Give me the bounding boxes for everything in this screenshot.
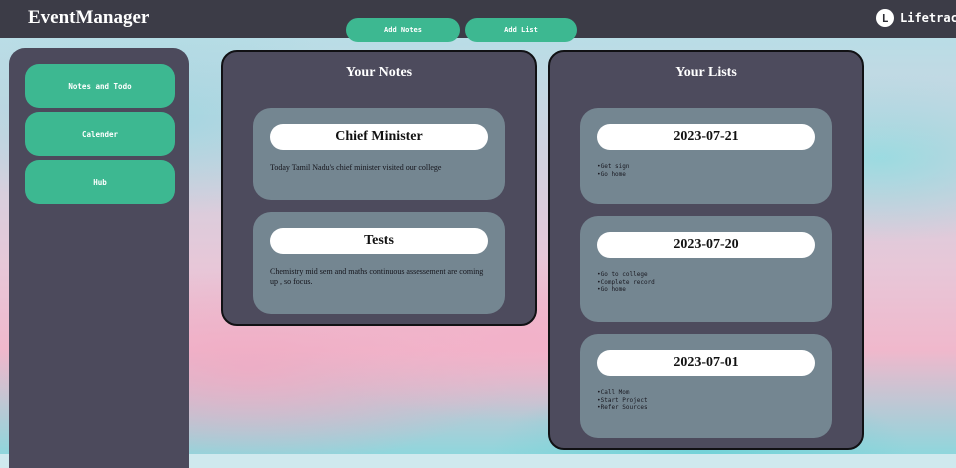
list-date: 2023-07-21 — [597, 124, 815, 150]
list-entries: •Go to college •Complete record •Go home — [597, 271, 655, 294]
note-body: Today Tamil Nadu's chief minister visite… — [270, 163, 442, 172]
lifetrack-logo[interactable]: L Lifetrack — [876, 9, 956, 27]
list-item: •Go to college — [597, 271, 648, 278]
note-card[interactable]: Chief Minister Today Tamil Nadu's chief … — [253, 108, 505, 200]
sidebar: Notes and Todo Calender Hub — [9, 48, 189, 468]
list-item: •Complete record — [597, 278, 655, 286]
lists-panel-title: Your Lists — [675, 65, 737, 80]
top-navbar: EventManager Add Notes Add List L Lifetr… — [0, 0, 956, 42]
list-item: •Go home — [597, 170, 626, 178]
note-card[interactable]: Tests Chemistry mid sem and maths contin… — [253, 212, 505, 314]
lists-panel: Your Lists 2023-07-21 •Get sign •Go home… — [548, 50, 864, 450]
list-entries: •Call Mom •Start Project •Refer Sources — [597, 389, 648, 412]
list-item: •Start Project — [597, 396, 648, 404]
list-item: •Go home — [597, 286, 626, 293]
list-card[interactable]: 2023-07-20 •Go to college •Complete reco… — [580, 216, 832, 322]
note-body: Chemistry mid sem and maths continuous a… — [270, 267, 484, 286]
lifetrack-logo-icon: L — [876, 9, 894, 27]
add-notes-button[interactable]: Add Notes — [346, 18, 460, 42]
add-list-button[interactable]: Add List — [465, 18, 577, 42]
notes-panel-title: Your Notes — [345, 65, 413, 80]
notes-panel: Your Notes Chief Minister Today Tamil Na… — [221, 50, 537, 326]
logo-mark-letter: L — [881, 11, 889, 25]
list-entries: •Get sign •Go home — [597, 163, 630, 178]
sidebar-item-calender[interactable]: Calender — [25, 112, 175, 156]
list-card[interactable]: 2023-07-01 •Call Mom •Start Project •Ref… — [580, 334, 832, 438]
list-item: •Get sign — [597, 163, 630, 170]
sidebar-item-notes-and-todo[interactable]: Notes and Todo — [25, 64, 175, 108]
app-brand[interactable]: EventManager — [28, 7, 149, 29]
list-item: •Call Mom — [597, 389, 630, 396]
note-title: Chief Minister — [270, 124, 488, 150]
list-card[interactable]: 2023-07-21 •Get sign •Go home — [580, 108, 832, 204]
note-title: Tests — [270, 228, 488, 254]
sidebar-item-hub[interactable]: Hub — [25, 160, 175, 204]
logo-text: Lifetrack — [900, 11, 956, 25]
list-item: •Refer Sources — [597, 404, 648, 411]
list-date: 2023-07-01 — [597, 350, 815, 376]
list-date: 2023-07-20 — [597, 232, 815, 258]
